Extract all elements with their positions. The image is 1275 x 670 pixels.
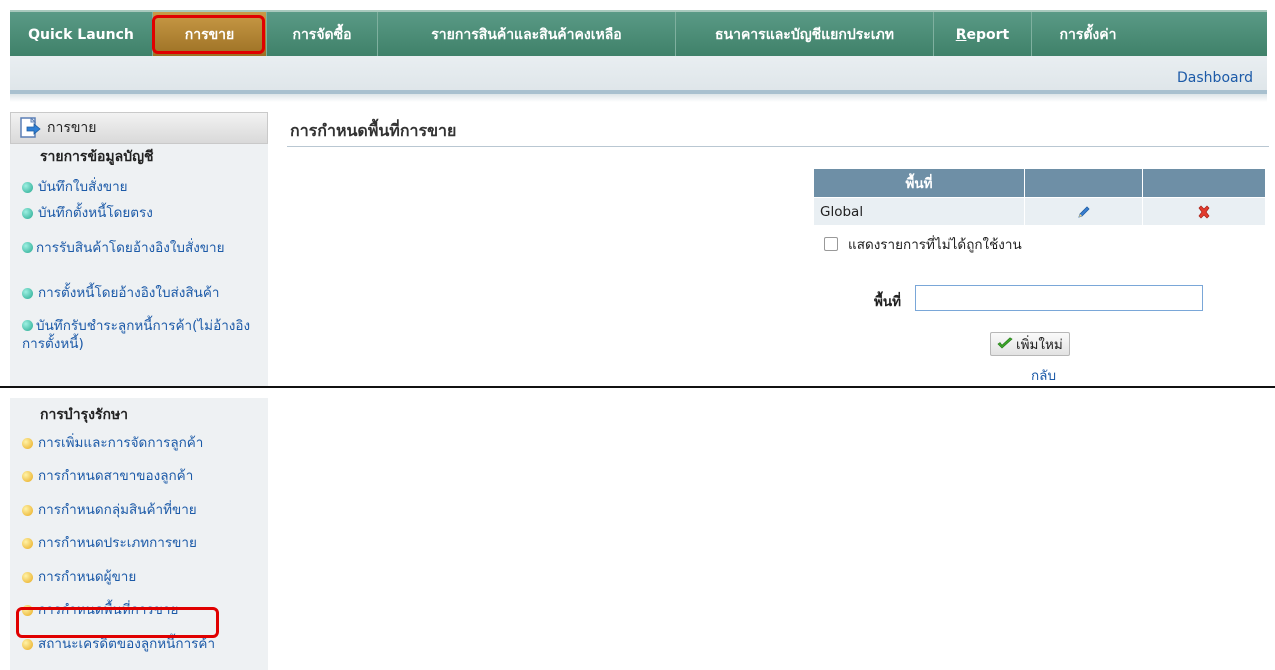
delete-cell (1142, 197, 1266, 226)
sidebar-item-customer-payment[interactable]: บันทึกรับชำระลูกหนี้การค้า(ไม่อ้างอิงการ… (10, 316, 268, 356)
show-inactive-label: แสดงรายการที่ไม่ได้ถูกใช้งาน (848, 237, 1022, 253)
menu-label: eport (966, 27, 1010, 43)
show-inactive-row: แสดงรายการที่ไม่ได้ถูกใช้งาน (824, 233, 1022, 255)
bullet-icon (22, 438, 33, 449)
main-menu-bar: Quick Launch การขาย การจัดซื้อ รายการสิน… (10, 10, 1267, 58)
back-link[interactable]: กลับ (1031, 364, 1056, 386)
menu-banking-gl[interactable]: ธนาคารและบัญชีแยกประเภท (676, 12, 934, 58)
menu-label: การจัดซื้อ (292, 27, 352, 43)
menu-label: ธนาคารและบัญชีแยกประเภท (714, 27, 895, 43)
area-field-label: พื้นที่ (874, 294, 902, 310)
sidebar-item-label: การกำหนดประเภทการขาย (38, 535, 197, 551)
sidebar-item-customers[interactable]: การเพิ่มและการจัดการลูกค้า (10, 434, 268, 467)
sidebar-item-sales-areas[interactable]: การกำหนดพื้นที่การขาย (10, 601, 268, 635)
dashboard-link[interactable]: Dashboard (1177, 70, 1253, 86)
sidebar-item-text-wrap: บันทึกรับชำระลูกหนี้การค้า(ไม่อ้างอิงการ… (22, 316, 252, 353)
column-header-edit (1024, 168, 1143, 198)
page-title: การกำหนดพื้นที่การขาย (290, 121, 457, 140)
sidebar-item-label: บันทึกรับชำระลูกหนี้การค้า(ไม่อ้างอิงการ… (22, 318, 251, 352)
title-divider (287, 146, 1269, 147)
screenshot-divider (0, 386, 1275, 388)
sub-bar-shadow (10, 94, 1267, 102)
menu-settings[interactable]: การตั้งค่า (1032, 12, 1144, 58)
bullet-icon (22, 288, 33, 299)
area-cell: Global (813, 197, 1025, 226)
add-new-button[interactable]: เพิ่มใหม่ (990, 332, 1070, 356)
sidebar-item-label: การรับสินค้าโดยอ้างอิงใบสั่งขาย (36, 240, 225, 256)
sidebar-section-maintenance: การบำรุงรักษา การเพิ่มและการจัดการลูกค้า… (10, 398, 268, 670)
bullet-icon (22, 505, 33, 516)
bullet-icon (22, 320, 33, 331)
sidebar-item-label: การกำหนดผู้ขาย (38, 569, 137, 585)
menu-report[interactable]: Report (934, 12, 1032, 58)
menu-label: การตั้งค่า (1059, 27, 1117, 43)
bullet-icon (22, 572, 33, 583)
delete-x-icon[interactable] (1197, 205, 1211, 219)
edit-cell (1024, 197, 1143, 226)
menu-purchasing[interactable]: การจัดซื้อ (267, 12, 378, 58)
sidebar: การขาย รายการข้อมูลบัญชี บันทึกใบสั่งขาย… (10, 112, 268, 386)
top-edge (0, 0, 1275, 8)
sidebar-section-title: การบำรุงรักษา (40, 407, 129, 423)
column-header-area: พื้นที่ (813, 168, 1025, 198)
menu-inventory[interactable]: รายการสินค้าและสินค้าคงเหลือ (378, 12, 676, 58)
bullet-icon (22, 208, 33, 219)
sidebar-section-accounting: รายการข้อมูลบัญชี บันทึกใบสั่งขาย บันทึก… (10, 144, 268, 386)
sidebar-item-customer-branches[interactable]: การกำหนดสาขาของลูกค้า (10, 467, 268, 501)
sidebar-item-direct-invoice[interactable]: บันทึกตั้งหนี้โดยตรง (10, 204, 268, 238)
menu-quick-launch[interactable]: Quick Launch (10, 12, 153, 58)
sidebar-item-sales-types[interactable]: การกำหนดประเภทการขาย (10, 534, 268, 568)
bullet-icon (22, 538, 33, 549)
sidebar-header-label: การขาย (47, 120, 97, 136)
checkmark-icon (997, 337, 1013, 349)
sidebar-item-label: การกำหนดสาขาของลูกค้า (38, 468, 194, 484)
show-inactive-checkbox[interactable] (824, 237, 838, 251)
sidebar-section-title: รายการข้อมูลบัญชี (40, 149, 154, 165)
bullet-icon (22, 242, 33, 253)
sidebar-item-label: การกำหนดพื้นที่การขาย (38, 602, 179, 618)
menu-label: รายการสินค้าและสินค้าคงเหลือ (431, 27, 622, 43)
document-arrow-icon (20, 117, 41, 138)
sidebar-item-label: การเพิ่มและการจัดการลูกค้า (38, 435, 204, 451)
column-header-delete (1142, 168, 1266, 198)
sidebar-item-label: บันทึกตั้งหนี้โดยตรง (38, 205, 153, 221)
sidebar-item-invoice-from-delivery[interactable]: การตั้งหนี้โดยอ้างอิงใบส่งสินค้า (10, 284, 268, 316)
sidebar-item-salespersons[interactable]: การกำหนดผู้ขาย (10, 568, 268, 601)
sub-bar: Dashboard (10, 56, 1267, 94)
sidebar-item-credit-status[interactable]: สถานะเครดิตของลูกหนี้การค้า (10, 635, 268, 665)
table-row: Global (813, 197, 1266, 226)
sidebar-item-delivery-from-order[interactable]: การรับสินค้าโดยอ้างอิงใบสั่งขาย (10, 238, 268, 284)
sidebar-item-label: บันทึกใบสั่งขาย (38, 179, 128, 195)
bullet-icon (22, 605, 33, 616)
sidebar-item-text-wrap: การรับสินค้าโดยอ้างอิงใบสั่งขาย (22, 238, 242, 257)
sidebar-item-label: การตั้งหนี้โดยอ้างอิงใบส่งสินค้า (38, 285, 220, 301)
menu-label: การขาย (184, 27, 235, 43)
bullet-icon (22, 471, 33, 482)
menu-report-accesskey: R (955, 27, 967, 43)
add-new-label: เพิ่มใหม่ (1016, 337, 1063, 353)
table-header-row: พื้นที่ (813, 168, 1266, 198)
pencil-icon[interactable] (1077, 205, 1091, 219)
sidebar-item-label: การกำหนดกลุ่มสินค้าที่ขาย (38, 502, 197, 518)
menu-label: Quick Launch (28, 27, 134, 43)
sidebar-header: การขาย (10, 112, 268, 144)
area-table: พื้นที่ Global (813, 168, 1266, 226)
sidebar-item-sales-groups[interactable]: การกำหนดกลุ่มสินค้าที่ขาย (10, 501, 268, 534)
bullet-icon (22, 639, 33, 650)
sidebar-item-label: สถานะเครดิตของลูกหนี้การค้า (38, 636, 216, 652)
sidebar-item-sales-order[interactable]: บันทึกใบสั่งขาย (10, 178, 268, 204)
area-input[interactable] (915, 285, 1203, 311)
bullet-icon (22, 182, 33, 193)
menu-sales[interactable]: การขาย (153, 12, 267, 58)
